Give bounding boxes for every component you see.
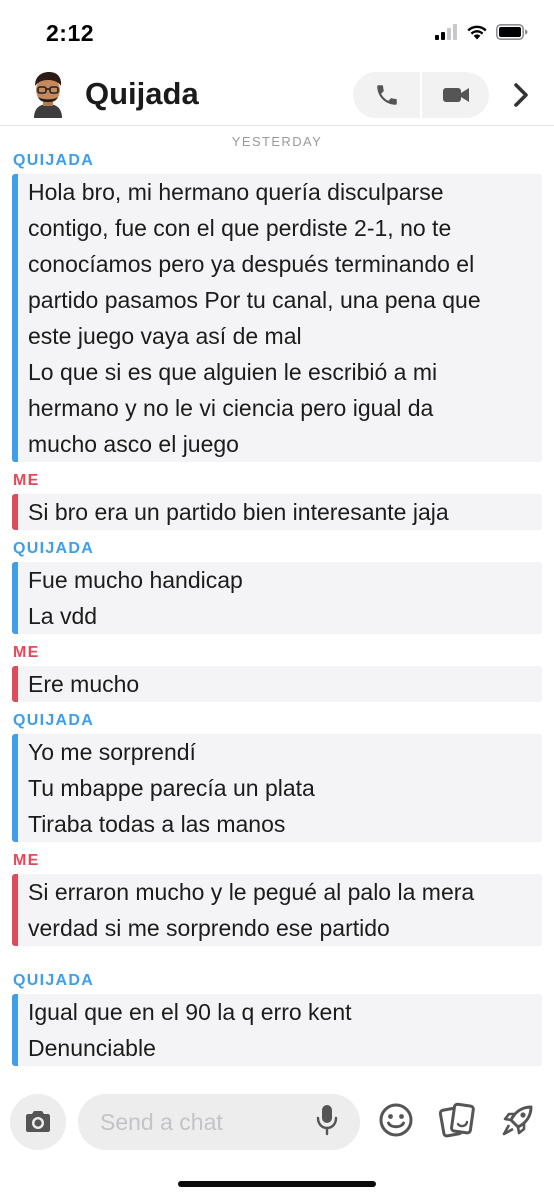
sender-label: QUIJADA — [13, 540, 95, 557]
message-bubble[interactable]: Ere mucho — [12, 666, 542, 702]
message-text: partido pasamos Por tu canal, una pena q… — [28, 287, 481, 313]
sender-label: QUIJADA — [13, 712, 95, 729]
message-text: verdad si me sorprendo ese partido — [28, 915, 390, 941]
message-gap — [0, 954, 554, 970]
message-text: Lo que si es que alguien le escribió a m… — [28, 359, 438, 385]
smiley-icon[interactable] — [378, 1102, 414, 1138]
voice-call-button[interactable] — [353, 72, 420, 118]
message-text: Ere mucho — [28, 671, 140, 697]
message-text: Si erraron mucho y le pegué al palo la m… — [28, 879, 475, 905]
chat-header: Quijada — [0, 64, 554, 126]
camera-button[interactable] — [10, 1094, 66, 1150]
phone-icon — [376, 85, 397, 105]
message-text: Yo me sorprendí — [28, 739, 196, 765]
contact-name[interactable]: Quijada — [85, 76, 199, 112]
message-text: Hola bro, mi hermano quería disculparse — [28, 179, 444, 205]
sender-label: QUIJADA — [13, 152, 95, 169]
message-text: La vdd — [28, 603, 98, 629]
sender-label: ME — [13, 644, 40, 661]
message-text: mucho asco el juego — [28, 431, 239, 457]
avatar[interactable] — [24, 68, 72, 118]
message-text: contigo, fue con el que perdiste 2-1, no… — [28, 215, 452, 241]
stickers-icon[interactable] — [438, 1102, 476, 1138]
message-bubble[interactable]: Yo me sorprendí Tu mbappe parecía un plat… — [12, 734, 542, 842]
message-text: este juego vaya así de mal — [28, 323, 302, 349]
message-text: Igual que en el 90 la q erro kent — [28, 999, 352, 1025]
video-call-button[interactable] — [422, 72, 489, 118]
message-text: Fue mucho handicap — [28, 567, 243, 593]
battery-icon — [496, 24, 528, 40]
message-bubble[interactable]: Hola bro, mi hermano quería disculparse c… — [12, 174, 542, 462]
camera-icon — [26, 1111, 50, 1132]
status-icons — [434, 24, 528, 40]
message-text: Si bro era un partido bien interesante j… — [28, 499, 449, 525]
microphone-icon[interactable] — [316, 1104, 338, 1136]
sender-label: ME — [13, 852, 40, 869]
message-text: conocíamos pero ya después terminando el — [28, 251, 475, 277]
chevron-right-icon[interactable] — [506, 80, 536, 110]
call-buttons — [353, 72, 489, 118]
video-camera-icon — [442, 88, 469, 102]
date-separator: YESTERDAY — [231, 134, 323, 149]
sender-label: QUIJADA — [13, 972, 95, 989]
status-time: 2:12 — [46, 20, 95, 46]
message-text: hermano y no le vi ciencia pero igual da — [28, 395, 434, 421]
message-text: Tiraba todas a las manos — [28, 811, 286, 837]
message-bubble[interactable]: Si erraron mucho y le pegué al palo la m… — [12, 874, 542, 946]
message-bubble[interactable]: Fue mucho handicap La vdd — [12, 562, 542, 634]
wifi-icon — [467, 25, 487, 40]
message-bubble[interactable]: Si bro era un partido bien interesante j… — [12, 494, 542, 530]
status-bar: 2:12 — [0, 0, 554, 64]
message-text: Tu mbappe parecía un plata — [28, 775, 315, 801]
signal-icon — [435, 24, 457, 40]
sender-label: ME — [13, 472, 40, 489]
message-text: Denunciable — [28, 1035, 156, 1061]
rocket-icon[interactable] — [500, 1102, 536, 1138]
composer — [0, 1090, 554, 1160]
message-list[interactable]: QUIJADA Hola bro, mi hermano quería discu… — [0, 150, 554, 1084]
home-indicator — [178, 1181, 376, 1187]
message-bubble[interactable]: Igual que en el 90 la q erro kent Denunci… — [12, 994, 542, 1066]
